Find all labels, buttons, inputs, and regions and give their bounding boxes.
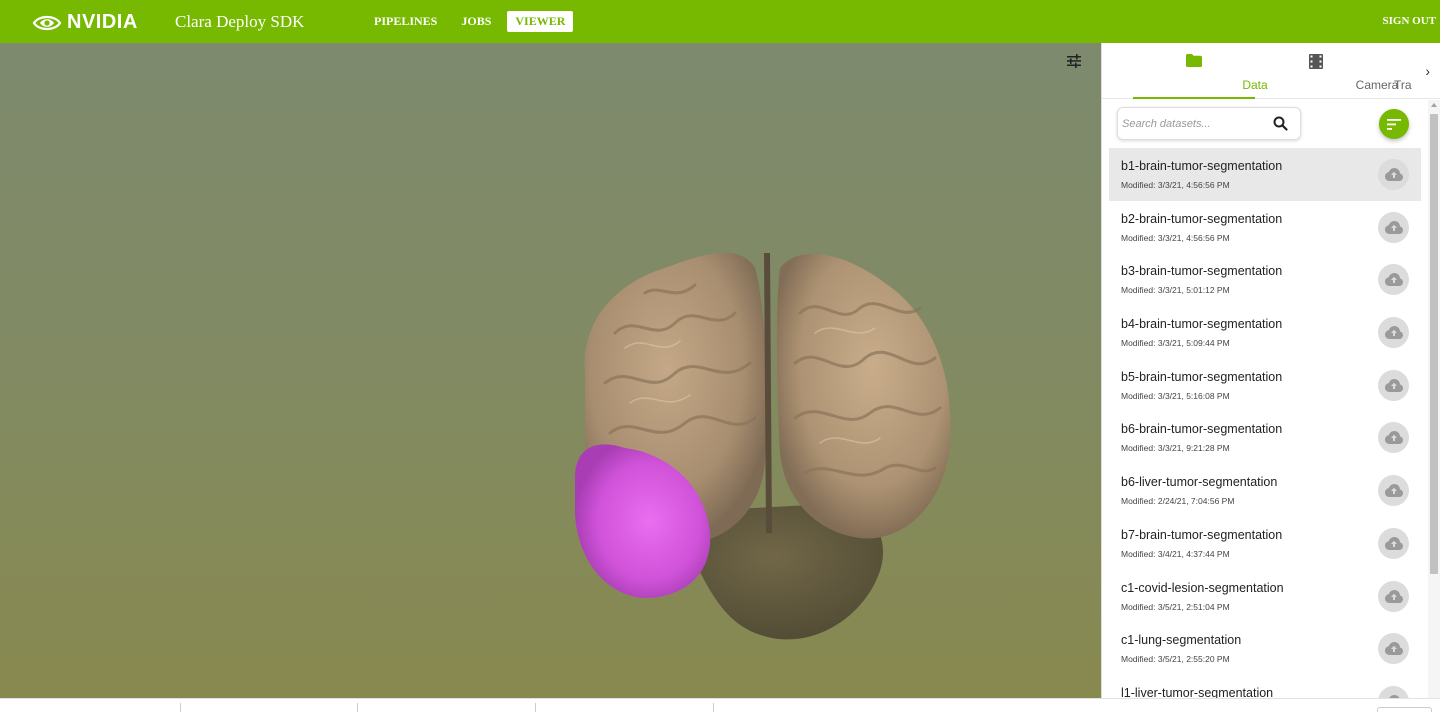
toolbar-divider <box>535 703 536 712</box>
list-item[interactable]: b2-brain-tumor-segmentation Modified: 3/… <box>1109 201 1421 254</box>
brain-3d-render <box>574 252 951 640</box>
upload-button[interactable] <box>1378 633 1409 665</box>
cloud-upload-icon <box>1384 220 1403 234</box>
chevron-right-icon[interactable]: › <box>1425 63 1430 79</box>
upload-button[interactable] <box>1378 685 1409 698</box>
upload-button[interactable] <box>1378 211 1409 243</box>
list-item[interactable]: l1-liver-tumor-segmentation <box>1109 675 1421 698</box>
list-item[interactable]: b5-brain-tumor-segmentation Modified: 3/… <box>1109 359 1421 412</box>
dataset-modified: Modified: 3/3/21, 5:01:12 PM <box>1121 285 1230 296</box>
dataset-modified: Modified: 2/24/21, 7:04:56 PM <box>1121 496 1235 507</box>
tab-camera[interactable]: Camera <box>1255 43 1398 99</box>
dataset-modified: Modified: 3/3/21, 9:21:28 PM <box>1121 443 1230 454</box>
dataset-name: c1-covid-lesion-segmentation <box>1121 580 1284 595</box>
cloud-upload-icon <box>1384 168 1403 181</box>
sort-button[interactable] <box>1379 109 1409 139</box>
nav-pipelines[interactable]: PIPELINES <box>366 11 445 32</box>
film-icon <box>1309 54 1323 69</box>
list-item[interactable]: c1-covid-lesion-segmentation Modified: 3… <box>1109 570 1421 623</box>
dataset-name: b2-brain-tumor-segmentation <box>1121 211 1283 226</box>
nav-viewer[interactable]: VIEWER <box>507 11 574 32</box>
dataset-modified: Modified: 3/4/21, 4:37:44 PM <box>1121 548 1230 559</box>
list-item[interactable]: c1-lung-segmentation Modified: 3/5/21, 2… <box>1109 622 1421 675</box>
dataset-name: b5-brain-tumor-segmentation <box>1121 369 1283 384</box>
upload-button[interactable] <box>1378 422 1409 454</box>
panel-scrollbar[interactable] <box>1428 100 1440 698</box>
toolbar-control[interactable] <box>1377 707 1432 712</box>
cloud-upload-icon <box>1384 431 1403 445</box>
panel-tabs: Data Camera Tra › <box>1102 43 1440 99</box>
scroll-thumb[interactable] <box>1430 114 1438 574</box>
cloud-upload-icon <box>1384 273 1403 287</box>
search-icon[interactable] <box>1273 116 1288 131</box>
list-item[interactable]: b7-brain-tumor-segmentation Modified: 3/… <box>1109 517 1421 570</box>
list-item[interactable]: b6-brain-tumor-segmentation Modified: 3/… <box>1109 411 1421 464</box>
render-viewport[interactable] <box>0 43 1101 698</box>
dataset-name: b7-brain-tumor-segmentation <box>1121 527 1283 542</box>
cloud-upload-icon <box>1384 642 1403 656</box>
logo-text: NVIDIA <box>67 11 138 33</box>
tune-sliders-icon[interactable] <box>1066 53 1082 69</box>
tab-data[interactable]: Data <box>1133 43 1268 99</box>
list-item[interactable]: b4-brain-tumor-segmentation Modified: 3/… <box>1109 306 1421 359</box>
dataset-name: b6-brain-tumor-segmentation <box>1121 422 1283 437</box>
dataset-modified: Modified: 3/5/21, 2:55:20 PM <box>1121 654 1230 665</box>
dataset-name: l1-liver-tumor-segmentation <box>1121 685 1274 698</box>
upload-button[interactable] <box>1378 264 1409 296</box>
upload-button[interactable] <box>1378 580 1409 612</box>
dataset-modified: Modified: 3/3/21, 5:16:08 PM <box>1121 390 1230 401</box>
tab-transfer[interactable]: Tra <box>1377 43 1427 99</box>
upload-button[interactable] <box>1378 527 1409 559</box>
active-tab-indicator <box>1133 97 1255 99</box>
sign-out-button[interactable]: SIGN OUT <box>1383 15 1437 27</box>
side-panel: Data Camera Tra › Search datasets... b1-… <box>1101 43 1440 698</box>
dataset-list: b1-brain-tumor-segmentation Modified: 3/… <box>1109 148 1421 698</box>
toolbar-divider <box>180 703 181 712</box>
upload-button[interactable] <box>1378 369 1409 401</box>
search-field[interactable] <box>1117 107 1301 140</box>
cloud-upload-icon <box>1384 536 1403 550</box>
upload-button[interactable] <box>1378 475 1409 507</box>
cloud-upload-icon <box>1384 326 1403 340</box>
dataset-name: c1-lung-segmentation <box>1121 633 1242 648</box>
dataset-name: b6-liver-tumor-segmentation <box>1121 475 1278 490</box>
folder-icon <box>1186 54 1202 67</box>
list-item[interactable]: b3-brain-tumor-segmentation Modified: 3/… <box>1109 253 1421 306</box>
top-bar: NVIDIA Clara Deploy SDK PIPELINES JOBS V… <box>0 0 1440 43</box>
scroll-up-arrow[interactable] <box>1431 103 1437 107</box>
upload-button[interactable] <box>1378 159 1409 190</box>
app-title: Clara Deploy SDK <box>175 12 305 31</box>
bottom-toolbar <box>0 698 1440 712</box>
dataset-name: b3-brain-tumor-segmentation <box>1121 264 1283 279</box>
sort-lines-icon <box>1387 118 1401 130</box>
cloud-upload-icon <box>1384 589 1403 603</box>
dataset-modified: Modified: 3/3/21, 4:56:56 PM <box>1121 180 1230 190</box>
cloud-upload-icon <box>1384 484 1403 498</box>
dataset-modified: Modified: 3/3/21, 4:56:56 PM <box>1121 232 1230 243</box>
nvidia-eye-icon <box>32 15 62 30</box>
dataset-modified: Modified: 3/5/21, 2:51:04 PM <box>1121 601 1230 612</box>
list-item[interactable]: b1-brain-tumor-segmentation Modified: 3/… <box>1109 148 1421 201</box>
cloud-upload-icon <box>1384 378 1403 392</box>
toolbar-divider <box>357 703 358 712</box>
main-nav: PIPELINES JOBS VIEWER <box>366 11 581 32</box>
list-item[interactable]: b6-liver-tumor-segmentation Modified: 2/… <box>1109 464 1421 517</box>
toolbar-divider <box>713 703 714 712</box>
nvidia-logo[interactable]: NVIDIA <box>32 11 138 34</box>
search-input[interactable] <box>1122 114 1262 134</box>
dataset-name: b1-brain-tumor-segmentation <box>1121 159 1283 173</box>
dataset-name: b4-brain-tumor-segmentation <box>1121 317 1283 332</box>
upload-button[interactable] <box>1378 317 1409 349</box>
nav-jobs[interactable]: JOBS <box>453 11 499 32</box>
dataset-modified: Modified: 3/3/21, 5:09:44 PM <box>1121 338 1230 349</box>
tab-transfer-label: Tra <box>1394 78 1412 92</box>
